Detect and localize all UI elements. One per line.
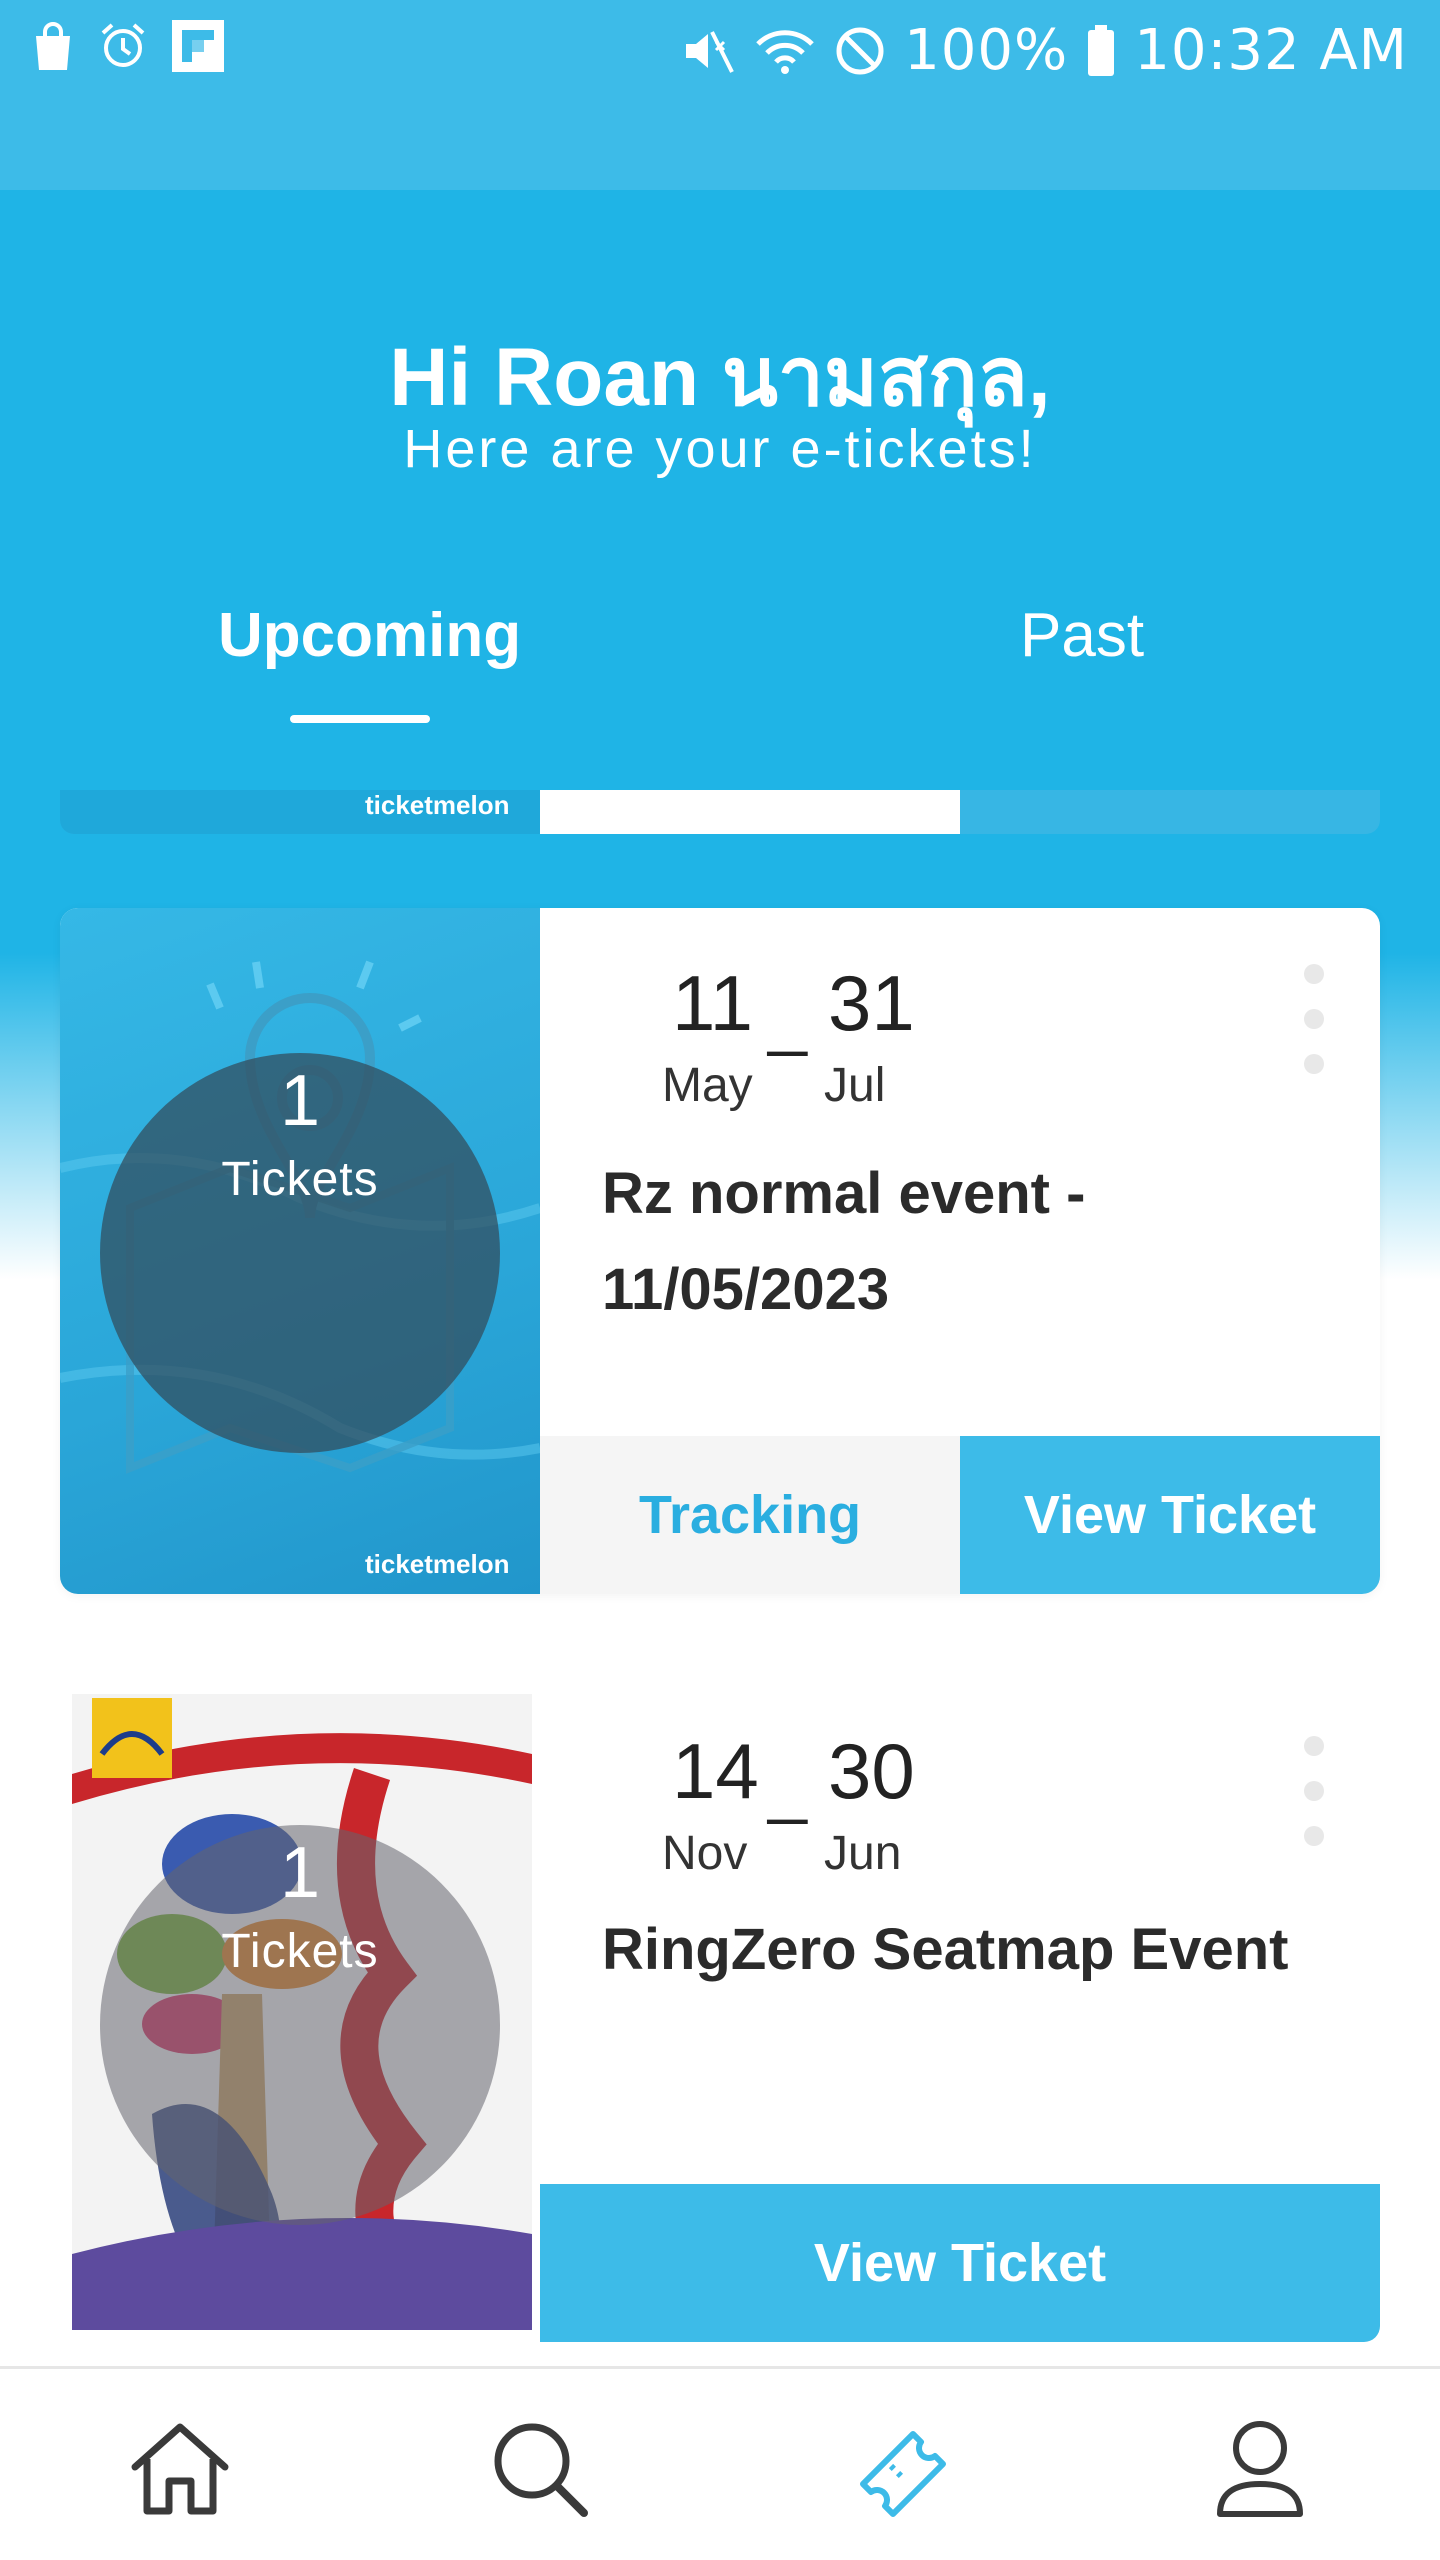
start-month: May (662, 1059, 753, 1112)
event-date-range: 14 _ 30 Nov Jun (600, 1726, 1160, 1886)
end-month: Jun (824, 1827, 902, 1880)
ticket-card[interactable]: 1 Tickets ticketmelon 11 _ 31 May Jul Rz… (60, 908, 1380, 1594)
end-month: Jul (824, 1059, 886, 1112)
ticket-count: 1 (279, 1061, 321, 1141)
ticket-count-label: Tickets (221, 1153, 379, 1206)
nav-profile[interactable] (1200, 2409, 1320, 2529)
home-icon (131, 2423, 229, 2515)
subtitle: Here are your e-tickets! (403, 419, 1037, 479)
clock: 10:32 AM (1134, 18, 1408, 83)
card-body-partial (540, 790, 960, 834)
date-separator: _ (768, 1747, 807, 1825)
tab-past[interactable]: Past (1020, 600, 1144, 671)
card-actions: View Ticket (540, 2184, 1380, 2344)
start-day: 11 (672, 959, 753, 1047)
brand-label: ticketmelon (365, 790, 510, 820)
tracking-button[interactable]: Tracking (540, 1436, 960, 1594)
more-options-icon[interactable] (1302, 964, 1326, 1074)
profile-icon (1217, 2421, 1303, 2517)
system-status: 100% 10:32 AM (682, 18, 1408, 83)
start-day: 14 (672, 1727, 759, 1815)
event-title: RingZero Seatmap Event (602, 1917, 1289, 1982)
view-ticket-button[interactable]: View Ticket (540, 2184, 1380, 2342)
do-not-disturb-icon (836, 27, 884, 74)
ticket-count-label: Tickets (221, 1925, 379, 1978)
start-month: Nov (662, 1827, 748, 1880)
active-tab-indicator (290, 715, 430, 723)
event-date-range: 11 _ 31 May Jul (600, 958, 1160, 1118)
nav-tickets[interactable] (838, 2409, 958, 2529)
event-title: Rz normal event - 11/05/2023 (602, 1161, 1086, 1322)
event-image: 1 Tickets ticketmelon (60, 908, 540, 1594)
alarm-icon (101, 23, 145, 67)
ticket-icon (860, 2431, 946, 2517)
battery-icon (1088, 24, 1115, 76)
date-separator: _ (768, 979, 807, 1057)
event-image: 1 Tickets (72, 1694, 532, 2330)
bottom-navigation (0, 2366, 1440, 2560)
search-icon (494, 2423, 588, 2517)
tab-upcoming[interactable]: Upcoming (218, 600, 521, 671)
shopping-bag-icon (36, 22, 70, 70)
status-bar: 100% 10:32 AM (0, 0, 1440, 190)
ticket-card[interactable]: 1 Tickets 14 _ 30 Nov Jun RingZero Seatm… (60, 1680, 1380, 2356)
ticket-count: 1 (279, 1833, 321, 1913)
flipboard-icon (172, 20, 224, 72)
nav-home[interactable] (120, 2409, 240, 2529)
more-options-icon[interactable] (1302, 1736, 1326, 1846)
ticket-card-partial[interactable]: ticketmelon (60, 790, 1380, 834)
brand-label: ticketmelon (365, 1549, 510, 1579)
end-day: 31 (828, 959, 915, 1047)
mute-icon (686, 30, 734, 73)
battery-percentage: 100% (904, 18, 1069, 83)
nav-search[interactable] (480, 2409, 600, 2529)
notification-icons (30, 18, 226, 74)
end-day: 30 (828, 1727, 915, 1815)
card-actions: Tracking View Ticket (540, 1436, 1380, 1594)
view-ticket-button[interactable]: View Ticket (960, 1436, 1380, 1594)
wifi-icon (756, 29, 814, 74)
